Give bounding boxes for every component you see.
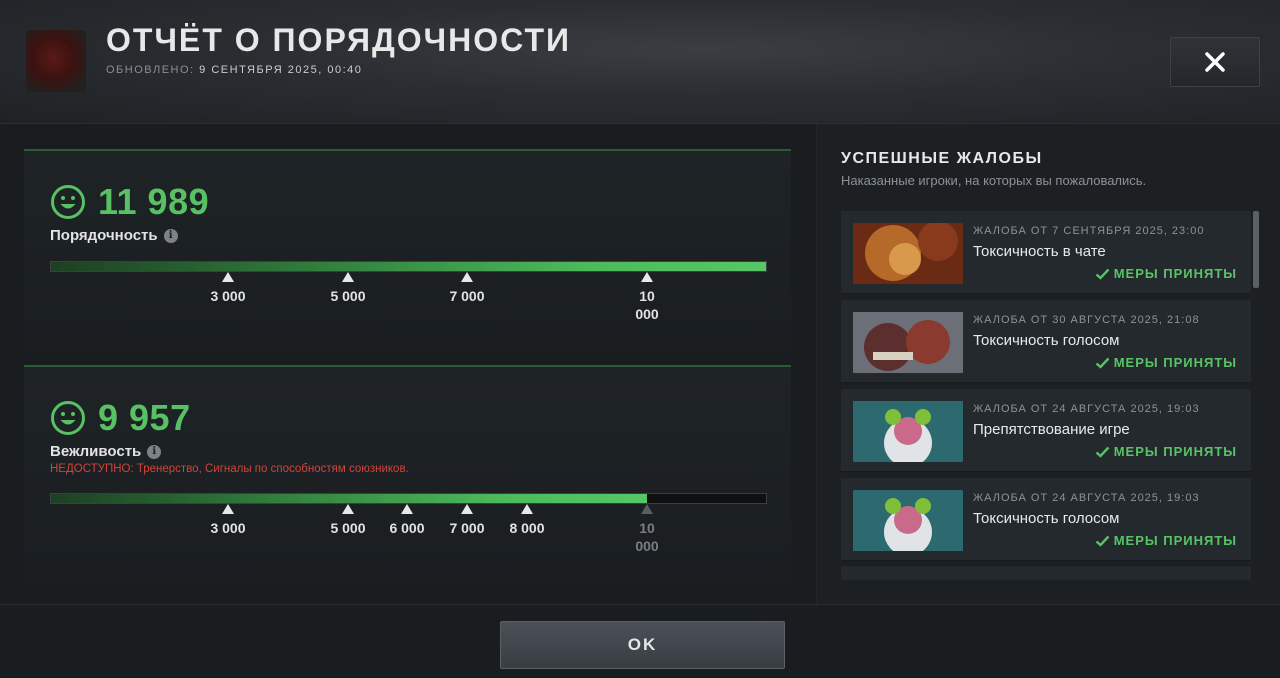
hero-portrait bbox=[853, 312, 963, 373]
hero-portrait bbox=[853, 401, 963, 462]
report-date: ЖАЛОБА ОТ 30 АВГУСТА 2025, 21:08 bbox=[973, 314, 1200, 326]
page-title: ОТЧЁТ О ПОРЯДОЧНОСТИ bbox=[106, 22, 572, 58]
report-item[interactable]: ЖАЛОБА ОТ 30 АВГУСТА 2025, 21:08 Токсичн… bbox=[841, 300, 1251, 383]
conduct-progress-bar bbox=[50, 261, 767, 272]
conduct-score-row: 11 989 bbox=[50, 181, 209, 223]
player-avatar bbox=[26, 30, 86, 92]
report-item[interactable]: ЖАЛОБА ОТ 24 АВГУСТА 2025, 19:03 Токсичн… bbox=[841, 478, 1251, 561]
report-date: ЖАЛОБА ОТ 24 АВГУСТА 2025, 19:03 bbox=[973, 492, 1200, 504]
tick-marker bbox=[461, 504, 473, 514]
tick-label: 5 000 bbox=[330, 288, 366, 304]
tick-marker bbox=[641, 272, 653, 282]
hero-portrait bbox=[853, 490, 963, 551]
tick-marker bbox=[342, 504, 354, 514]
conduct-score: 11 989 bbox=[98, 181, 210, 222]
hero-portrait bbox=[853, 223, 963, 284]
report-status-text: МЕРЫ ПРИНЯТЫ bbox=[1113, 444, 1237, 459]
ok-button[interactable]: OK bbox=[500, 621, 785, 669]
tick-label: 8 000 bbox=[509, 520, 545, 536]
report-status: МЕРЫ ПРИНЯТЫ bbox=[1095, 355, 1237, 370]
behavior-label: Вежливость i bbox=[50, 443, 162, 460]
report-reason: Препятствование игре bbox=[973, 421, 1130, 438]
checkmark-icon bbox=[1095, 535, 1110, 547]
conduct-progress-fill bbox=[51, 262, 766, 271]
conduct-label-text: Порядочность bbox=[50, 227, 158, 244]
close-button[interactable] bbox=[1170, 37, 1260, 87]
behavior-label-text: Вежливость bbox=[50, 443, 142, 460]
tick-label: 3 000 bbox=[210, 288, 246, 304]
tick-marker bbox=[222, 272, 234, 282]
tick-label: 7 000 bbox=[449, 288, 485, 304]
report-reason: Токсичность голосом bbox=[973, 510, 1120, 527]
updated-label: ОБНОВЛЕНО: bbox=[106, 64, 195, 76]
tick-label: 10 000 bbox=[635, 520, 659, 554]
smiley-icon bbox=[51, 401, 85, 435]
report-status: МЕРЫ ПРИНЯТЫ bbox=[1095, 444, 1237, 459]
updated-timestamp: ОБНОВЛЕНО: 9 СЕНТЯБРЯ 2025, 00:40 bbox=[106, 64, 362, 76]
report-date: ЖАЛОБА ОТ 24 АВГУСТА 2025, 19:03 bbox=[973, 403, 1200, 415]
tick-label: 10 000 bbox=[635, 288, 659, 322]
unavailable-warning: НЕДОСТУПНО: Тренерство, Сигналы по спосо… bbox=[50, 463, 409, 475]
tick-marker bbox=[342, 272, 354, 282]
tick-marker bbox=[521, 504, 533, 514]
conduct-label: Порядочность i bbox=[50, 227, 178, 244]
info-icon[interactable]: i bbox=[147, 444, 162, 459]
report-item-partial bbox=[841, 566, 1251, 580]
tick-label: 6 000 bbox=[389, 520, 425, 536]
tick-marker bbox=[641, 504, 653, 514]
updated-value: 9 СЕНТЯБРЯ 2025, 00:40 bbox=[199, 64, 363, 76]
tick-marker bbox=[222, 504, 234, 514]
close-icon bbox=[1205, 52, 1225, 72]
behavior-progress-bar bbox=[50, 493, 767, 504]
conduct-panel: 11 989 Порядочность i 3 000 5 000 7 000 … bbox=[24, 149, 791, 348]
checkmark-icon bbox=[1095, 446, 1110, 458]
smiley-icon bbox=[51, 185, 85, 219]
tick-marker bbox=[401, 504, 413, 514]
tick-label: 7 000 bbox=[449, 520, 485, 536]
reports-title: УСПЕШНЫЕ ЖАЛОБЫ bbox=[841, 150, 1043, 167]
info-icon[interactable]: i bbox=[163, 228, 178, 243]
report-status-text: МЕРЫ ПРИНЯТЫ bbox=[1113, 266, 1237, 281]
report-item[interactable]: ЖАЛОБА ОТ 24 АВГУСТА 2025, 19:03 Препятс… bbox=[841, 389, 1251, 472]
report-reason: Токсичность в чате bbox=[973, 243, 1106, 260]
report-status: МЕРЫ ПРИНЯТЫ bbox=[1095, 533, 1237, 548]
behavior-panel: 9 957 Вежливость i НЕДОСТУПНО: Тренерств… bbox=[24, 365, 791, 580]
report-date: ЖАЛОБА ОТ 7 СЕНТЯБРЯ 2025, 23:00 bbox=[973, 225, 1205, 237]
tick-marker bbox=[461, 272, 473, 282]
header-bar bbox=[0, 0, 1280, 124]
tick-label: 5 000 bbox=[330, 520, 366, 536]
behavior-progress-fill bbox=[51, 494, 647, 503]
behavior-score-row: 9 957 bbox=[50, 397, 191, 439]
reports-scrollbar[interactable] bbox=[1253, 211, 1259, 288]
checkmark-icon bbox=[1095, 357, 1110, 369]
behavior-score: 9 957 bbox=[98, 397, 191, 438]
report-item[interactable]: ЖАЛОБА ОТ 7 СЕНТЯБРЯ 2025, 23:00 Токсичн… bbox=[841, 211, 1251, 294]
report-status-text: МЕРЫ ПРИНЯТЫ bbox=[1113, 533, 1237, 548]
reports-subtitle: Наказанные игроки, на которых вы пожалов… bbox=[841, 173, 1147, 188]
report-status: МЕРЫ ПРИНЯТЫ bbox=[1095, 266, 1237, 281]
report-reason: Токсичность голосом bbox=[973, 332, 1120, 349]
checkmark-icon bbox=[1095, 268, 1110, 280]
report-status-text: МЕРЫ ПРИНЯТЫ bbox=[1113, 355, 1237, 370]
tick-label: 3 000 bbox=[210, 520, 246, 536]
